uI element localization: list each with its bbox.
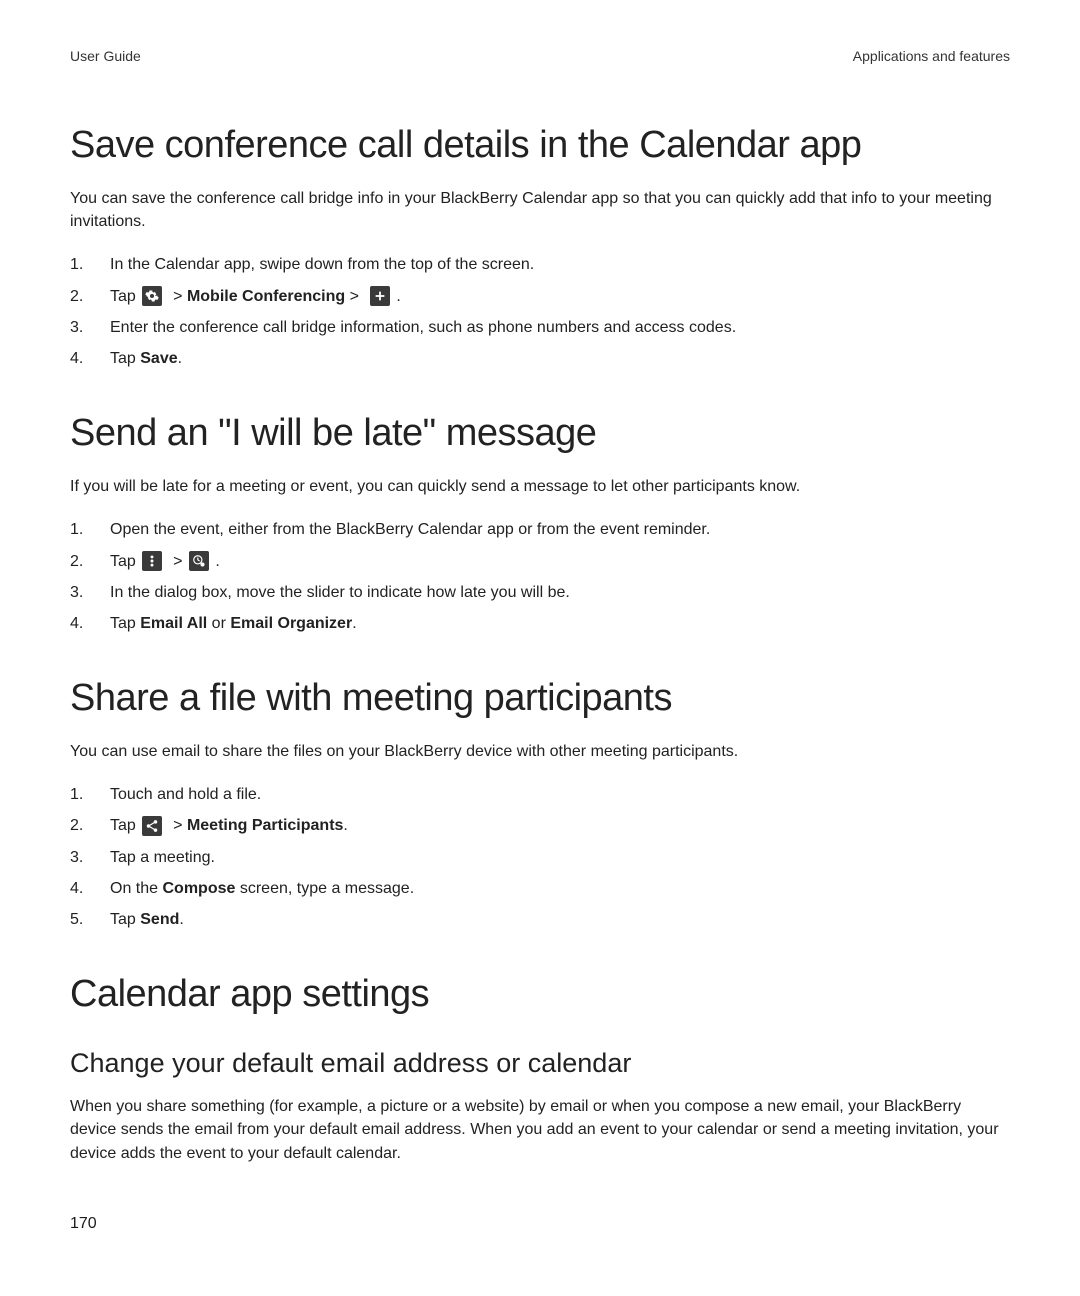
page-header: User Guide Applications and features (70, 48, 1010, 64)
section2-steps: Open the event, either from the BlackBer… (70, 516, 1010, 637)
step: On the Compose screen, type a message. (70, 875, 1010, 902)
section2-title: Send an "I will be late" message (70, 412, 1010, 455)
share-icon (142, 816, 162, 836)
step: Enter the conference call bridge informa… (70, 314, 1010, 341)
late-clock-icon (189, 551, 209, 571)
step: Touch and hold a file. (70, 781, 1010, 808)
step: Tap > Mobile Conferencing > . (70, 283, 1010, 310)
step: Tap Save. (70, 345, 1010, 372)
step: Tap Email All or Email Organizer. (70, 610, 1010, 637)
section2-intro: If you will be late for a meeting or eve… (70, 475, 1010, 498)
page: User Guide Applications and features Sav… (0, 0, 1080, 1273)
plus-icon (370, 286, 390, 306)
section4-title: Calendar app settings (70, 973, 1010, 1016)
header-left: User Guide (70, 48, 141, 64)
step: In the Calendar app, swipe down from the… (70, 251, 1010, 278)
step: Tap > . (70, 548, 1010, 575)
step: Tap a meeting. (70, 844, 1010, 871)
section4-subtitle: Change your default email address or cal… (70, 1048, 1010, 1079)
section1-steps: In the Calendar app, swipe down from the… (70, 251, 1010, 372)
section4-body: When you share something (for example, a… (70, 1095, 1010, 1165)
section3-title: Share a file with meeting participants (70, 677, 1010, 720)
settings-gear-icon (142, 286, 162, 306)
header-right: Applications and features (853, 48, 1010, 64)
section1-title: Save conference call details in the Cale… (70, 124, 1010, 167)
step: In the dialog box, move the slider to in… (70, 579, 1010, 606)
overflow-menu-icon (142, 551, 162, 571)
page-number: 170 (70, 1215, 1010, 1233)
step: Tap Send. (70, 906, 1010, 933)
section1-intro: You can save the conference call bridge … (70, 187, 1010, 233)
section3-steps: Touch and hold a file. Tap > Meeting Par… (70, 781, 1010, 933)
step: Tap > Meeting Participants. (70, 812, 1010, 839)
section3-intro: You can use email to share the files on … (70, 740, 1010, 763)
step: Open the event, either from the BlackBer… (70, 516, 1010, 543)
